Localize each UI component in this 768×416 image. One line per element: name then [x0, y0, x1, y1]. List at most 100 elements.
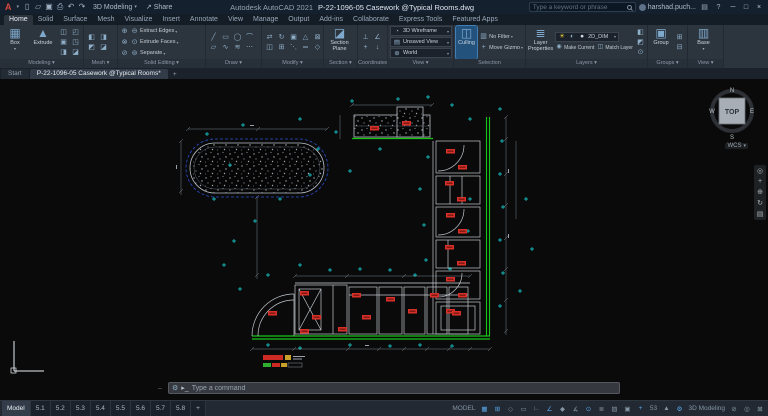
workspace-dropdown[interactable]: 3D Modeling ▾ [90, 4, 140, 11]
ribbon-tab[interactable]: Collaborate [348, 15, 394, 25]
solid-editing-row[interactable]: ⊕ ⊖ Extract Edges ▾ [120, 26, 178, 36]
showmotion-icon[interactable]: ▤ [755, 210, 765, 218]
wcs-dropdown[interactable]: WCS ▾ [725, 143, 748, 149]
layer-tool-icon[interactable]: ◧ [635, 28, 646, 37]
lock-ui-icon[interactable]: ⊘ [728, 403, 740, 415]
layout-tab[interactable]: 5.2 [51, 401, 71, 416]
search-input[interactable] [533, 4, 625, 11]
polar-tracking-icon[interactable]: ∠ [544, 403, 556, 415]
group-tool-icon[interactable]: ⊟ [674, 43, 685, 52]
ribbon-tab[interactable]: Annotate [185, 15, 223, 25]
section-plane-button[interactable]: ◪ Section Plane [326, 26, 353, 59]
maximize-button[interactable]: □ [740, 4, 752, 11]
layer-tool-icon[interactable]: ◩ [635, 38, 646, 47]
draw-tool-icon[interactable]: ⋯ [244, 43, 255, 52]
ribbon-tab[interactable]: Visualize [120, 15, 158, 25]
ribbon-tab[interactable]: Home [4, 15, 33, 25]
upper-cabinet-run[interactable] [354, 107, 430, 137]
orbit-icon[interactable]: ↻ [755, 199, 765, 207]
panel-label[interactable]: Groups ▾ [648, 59, 687, 68]
close-button[interactable]: × [753, 4, 765, 11]
solid-tool-icon[interactable]: ⊕ [120, 27, 129, 36]
modify-tool-icon[interactable]: ⋱ [288, 43, 299, 52]
new-drawing-tab-button[interactable]: + [169, 71, 181, 79]
minimize-button[interactable]: ─ [727, 4, 739, 11]
extrude-tool-button[interactable]: ▲ Extrude [30, 26, 56, 59]
drawing-canvas[interactable]: N W E S TOP WCS ▾ ◎+⊕↻▤ ‒ ⚙ ▸_ [0, 79, 768, 400]
save-icon[interactable]: ▣ [44, 2, 54, 12]
panel-label[interactable]: Section ▾ [324, 59, 357, 68]
coordinates-tool-icon[interactable]: ↓ [372, 43, 383, 52]
modeling-tool-icon[interactable]: ◰ [70, 28, 81, 37]
modify-tool-icon[interactable]: ▣ [288, 33, 299, 42]
lineweight-icon[interactable]: ≣ [596, 403, 608, 415]
modify-tool-icon[interactable]: ↻ [276, 33, 287, 42]
selection-dropdown[interactable]: ▥ No Filter ▾ [479, 32, 523, 42]
modeling-tool-icon[interactable]: ▣ [58, 38, 69, 47]
ribbon-tab[interactable]: Featured Apps [447, 15, 503, 25]
command-line-grip[interactable]: ‒ [158, 385, 162, 392]
command-line[interactable]: ⚙ ▸_ [168, 382, 620, 394]
ribbon-tab[interactable]: View [223, 15, 248, 25]
base-view-button[interactable]: ▥ Base ▾ [690, 26, 717, 59]
ribbon-tab[interactable]: Solid [33, 15, 59, 25]
modify-tool-icon[interactable]: ◫ [264, 43, 275, 52]
modify-tool-icon[interactable]: ⊞ [276, 43, 287, 52]
redo-icon[interactable]: ↷ [77, 2, 87, 12]
object-snap-tracking-icon[interactable]: ∡ [570, 403, 582, 415]
annotation-visibility-icon[interactable]: ▲ [661, 403, 673, 415]
panel-label[interactable]: Mesh ▾ [84, 59, 117, 68]
modify-tool-icon[interactable]: ⊠ [312, 33, 323, 42]
ortho-icon[interactable]: ∟ [531, 403, 543, 415]
new-file-icon[interactable]: ▯ [22, 2, 32, 12]
modify-tool-icon[interactable]: ◇ [312, 43, 323, 52]
named-view-dropdown[interactable]: ▤ Unsaved View ▾ [390, 37, 452, 47]
plot-icon[interactable]: ⎙ [55, 2, 65, 12]
box-tool-button[interactable]: ▦ Box ▾ [2, 26, 28, 59]
modeling-tool-icon[interactable]: ◨ [58, 48, 69, 57]
object-snap-icon[interactable]: ⊙ [583, 403, 595, 415]
panel-label[interactable]: Modify ▾ [262, 59, 323, 68]
app-menu-arrow-icon[interactable]: ▾ [17, 4, 20, 10]
grid-icon[interactable]: ▦ [479, 403, 491, 415]
solid-tool-icon[interactable]: ⊚ [130, 49, 139, 58]
layer-properties-button[interactable]: ≣ Layer Properties [528, 26, 553, 59]
make-current-button[interactable]: ◉ Make Current [555, 43, 594, 53]
model-space-button[interactable]: MODEL [450, 403, 477, 415]
ribbon-tab[interactable]: Output [283, 15, 314, 25]
solid-editing-row[interactable]: ⊗ ⊙ Extrude Faces ▾ [120, 37, 178, 47]
ribbon-tab[interactable]: Express Tools [394, 15, 447, 25]
open-file-icon[interactable]: ▱ [33, 2, 43, 12]
viewcube[interactable]: N W E S TOP [708, 83, 756, 146]
layout-tab[interactable]: 5.6 [131, 401, 151, 416]
draw-tool-icon[interactable]: ▭ [220, 33, 231, 42]
draw-tool-icon[interactable]: ⌒ [244, 33, 255, 42]
selection-dropdown[interactable]: + Move Gizmo ▾ [479, 43, 523, 53]
search-box[interactable] [529, 2, 636, 12]
visual-style-dropdown[interactable]: ◔ 3D Wireframe ▾ [390, 26, 452, 36]
layer-dropdown[interactable]: ☀ ◐ ● 2D_DIM ▾ [555, 32, 619, 42]
right-cabinet-column[interactable] [433, 141, 480, 334]
ribbon-tab[interactable]: Insert [157, 15, 185, 25]
ribbon-tab[interactable]: Mesh [92, 15, 119, 25]
command-input[interactable] [192, 385, 616, 392]
solid-tool-icon[interactable]: ⊖ [130, 27, 139, 36]
share-button[interactable]: ↗ Share [143, 3, 176, 11]
pan-icon[interactable]: + [755, 178, 765, 185]
transparency-icon[interactable]: ▨ [609, 403, 621, 415]
draw-tool-icon[interactable]: ▱ [208, 43, 219, 52]
solid-tool-icon[interactable]: ⊗ [120, 38, 129, 47]
autocad-logo-icon[interactable]: A [3, 2, 14, 13]
panel-label[interactable]: Selection [454, 59, 525, 68]
workspace-gear-icon[interactable]: ⚙ [674, 403, 686, 415]
solid-tool-icon[interactable]: ⊘ [120, 49, 129, 58]
clean-screen-icon[interactable]: ⊠ [754, 403, 766, 415]
draw-tool-icon[interactable]: ∿ [220, 43, 231, 52]
annotation-scale-label[interactable]: 53 [648, 403, 660, 415]
culling-toggle-button[interactable]: ◫ Culling [456, 26, 477, 59]
mesh-tool-icon[interactable]: ◧ [86, 33, 97, 42]
layout-tab[interactable]: 5.7 [151, 401, 171, 416]
isolate-objects-icon[interactable]: ◎ [741, 403, 753, 415]
panel-label[interactable]: Layers ▾ [526, 59, 647, 68]
workspace-label[interactable]: 3D Modeling [687, 403, 728, 415]
